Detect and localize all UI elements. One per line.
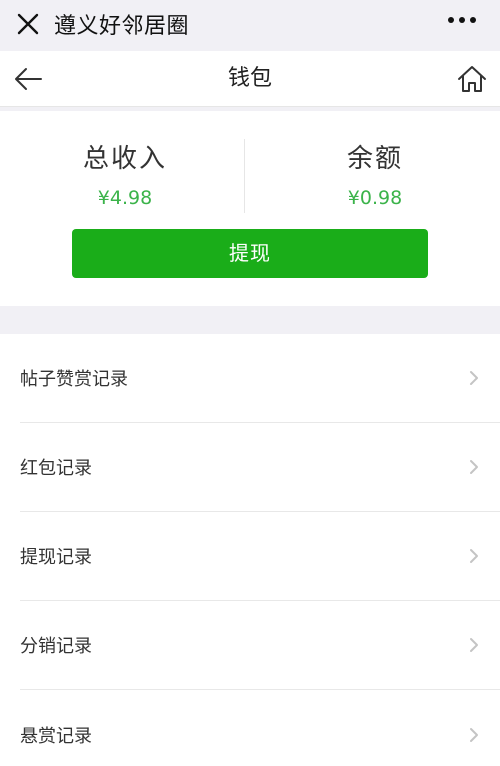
total-income-value: ¥4.98 (97, 187, 153, 209)
list-item-label: 帖子赞赏记录 (20, 369, 128, 390)
chevron-right-icon (468, 727, 480, 743)
balance-stat: 余额 ¥0.98 (250, 138, 500, 209)
wechat-page-title: 遵义好邻居圈 (54, 14, 190, 39)
page-title: 钱包 (227, 66, 272, 91)
close-icon (17, 13, 39, 35)
chevron-right-icon (468, 637, 480, 653)
withdraw-button[interactable]: 提现 (72, 229, 428, 278)
summary-divider (244, 139, 245, 213)
chevron-right-icon (468, 459, 480, 475)
chevron-right-icon (468, 370, 480, 386)
back-button[interactable] (6, 57, 50, 101)
more-dots-icon (448, 17, 476, 23)
chevron-right-icon (468, 548, 480, 564)
balance-value: ¥0.98 (347, 187, 403, 209)
page-header: 钱包 (0, 51, 500, 107)
close-button[interactable] (6, 2, 50, 46)
total-income-label: 总收入 (82, 144, 167, 174)
home-icon (458, 66, 486, 92)
list-item-label: 分销记录 (20, 636, 92, 657)
list-item-label: 提现记录 (20, 547, 92, 568)
wallet-summary: 总收入 ¥4.98 余额 ¥0.98 提现 (0, 111, 500, 306)
list-item-bounty-records[interactable]: 悬赏记录 (20, 690, 500, 766)
list-item-red-packet-records[interactable]: 红包记录 (20, 423, 500, 512)
total-income-stat: 总收入 ¥4.98 (0, 138, 250, 209)
list-item-withdraw-records[interactable]: 提现记录 (20, 512, 500, 601)
more-button[interactable] (442, 8, 482, 32)
wechat-top-bar: 遵义好邻居圈 (0, 0, 500, 48)
home-button[interactable] (452, 59, 492, 99)
list-item-label: 悬赏记录 (20, 725, 92, 747)
back-arrow-icon (15, 68, 42, 90)
list-item-tip-records[interactable]: 帖子赞赏记录 (20, 334, 500, 423)
list-item-distribution-records[interactable]: 分销记录 (20, 601, 500, 690)
records-list: 帖子赞赏记录 红包记录 提现记录 分销记录 悬赏记录 (0, 334, 500, 766)
balance-label: 余额 (346, 144, 403, 174)
list-item-label: 红包记录 (20, 458, 92, 479)
